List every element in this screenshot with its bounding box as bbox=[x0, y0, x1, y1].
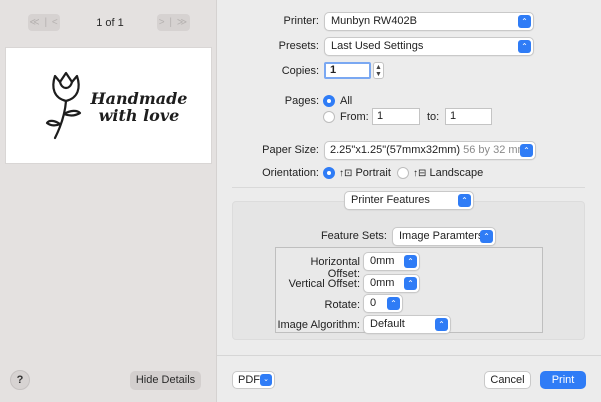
presets-label: Presets: bbox=[278, 40, 319, 52]
divider bbox=[232, 187, 585, 188]
section-select[interactable]: Printer Features ⌃ bbox=[344, 191, 474, 210]
pages-to-label: to: bbox=[427, 111, 440, 123]
image-algorithm-select[interactable]: Default ⌃ bbox=[363, 315, 451, 334]
horizontal-offset-label: Horizontal Offset: bbox=[310, 256, 360, 280]
copies-label: Copies: bbox=[281, 65, 319, 77]
pages-label: Pages: bbox=[284, 95, 319, 107]
feature-sets-label: Feature Sets: bbox=[320, 230, 387, 242]
chevron-updown-icon: ⌃ bbox=[435, 318, 448, 331]
vertical-offset-value: 0mm bbox=[370, 277, 395, 289]
preview-artwork-text: Handmade with love bbox=[89, 90, 189, 124]
feature-sets-value: Image Paramters bbox=[399, 230, 484, 242]
chevron-updown-icon: ⌃ bbox=[404, 277, 417, 290]
image-algorithm-label: Image Algorithm: bbox=[277, 319, 360, 331]
footer-divider bbox=[217, 355, 601, 356]
print-button[interactable]: Print bbox=[540, 371, 586, 389]
presets-value: Last Used Settings bbox=[331, 40, 424, 52]
cancel-button[interactable]: Cancel bbox=[484, 371, 531, 389]
image-algorithm-value: Default bbox=[370, 318, 405, 330]
pages-from-label: From: bbox=[340, 111, 369, 123]
chevron-updown-icon: ⌃ bbox=[404, 255, 417, 268]
printer-value: Munbyn RW402B bbox=[331, 15, 418, 27]
copies-field[interactable]: 1 bbox=[324, 62, 371, 79]
landscape-label: Landscape bbox=[429, 167, 484, 179]
pdf-menu-button[interactable]: PDF ⌄ bbox=[232, 371, 275, 389]
landscape-icon: ↑⊟ bbox=[413, 168, 427, 179]
pages-all-label: All bbox=[340, 95, 353, 107]
vertical-offset-select[interactable]: 0mm ⌃ bbox=[363, 274, 420, 293]
horizontal-offset-select[interactable]: 0mm ⌃ bbox=[363, 252, 420, 271]
rotate-select[interactable]: 0 ⌃ bbox=[363, 294, 403, 313]
paper-size-value: 2.25"x1.25"(57mmx32mm) bbox=[330, 144, 461, 156]
chevron-updown-icon: ⌃ bbox=[458, 194, 471, 207]
landscape-radio[interactable] bbox=[397, 167, 409, 179]
chevron-updown-icon: ⌃ bbox=[480, 230, 493, 243]
feature-sets-select[interactable]: Image Paramters ⌃ bbox=[392, 227, 496, 246]
rotate-label: Rotate: bbox=[324, 299, 360, 311]
rotate-value: 0 bbox=[370, 297, 377, 309]
copies-stepper[interactable]: ▲ ▼ bbox=[373, 62, 384, 79]
hide-details-button[interactable]: Hide Details bbox=[130, 371, 201, 390]
settings-pane: Printer: Munbyn RW402B ⌃ Presets: Last U… bbox=[217, 0, 601, 402]
tulip-icon bbox=[45, 71, 82, 140]
paper-size-select[interactable]: 2.25"x1.25"(57mmx32mm) 56 by 32 mm ⌃ bbox=[324, 141, 536, 160]
printer-label: Printer: bbox=[283, 15, 319, 27]
chevron-updown-icon: ⌃ bbox=[520, 144, 533, 157]
next-page-button[interactable]: > | ≫ bbox=[157, 14, 190, 31]
chevron-updown-icon: ⌃ bbox=[518, 40, 531, 53]
pages-all-radio[interactable] bbox=[323, 95, 335, 107]
preview-pane: ≪ | < 1 of 1 > | ≫ Handmade with love ? … bbox=[0, 0, 217, 402]
pages-from-field[interactable]: 1 bbox=[372, 108, 420, 125]
preview-text-line1: Handmade bbox=[90, 89, 188, 108]
pages-to-field[interactable]: 1 bbox=[445, 108, 492, 125]
page-navigator: ≪ | < 1 of 1 > | ≫ bbox=[0, 11, 217, 33]
chevron-updown-icon: ⌃ bbox=[518, 15, 531, 28]
previous-page-button[interactable]: ≪ | < bbox=[28, 14, 60, 31]
paper-size-label: Paper Size: bbox=[262, 144, 319, 156]
orientation-label: Orientation: bbox=[262, 167, 319, 179]
pages-range-radio[interactable] bbox=[323, 111, 335, 123]
landscape-option: ↑⊟ Landscape bbox=[413, 167, 483, 179]
help-button[interactable]: ? bbox=[10, 370, 30, 390]
pdf-label: PDF bbox=[238, 374, 260, 386]
chevron-updown-icon: ⌃ bbox=[387, 297, 400, 310]
horizontal-offset-value: 0mm bbox=[370, 255, 395, 267]
chevron-down-icon: ⌄ bbox=[260, 374, 272, 386]
section-value: Printer Features bbox=[351, 194, 430, 206]
portrait-option: ↑⊡ Portrait bbox=[339, 167, 391, 179]
vertical-offset-label: Vertical Offset: bbox=[288, 278, 360, 290]
portrait-label: Portrait bbox=[355, 167, 391, 179]
paper-size-detail: 56 by 32 mm bbox=[463, 144, 527, 156]
printer-select[interactable]: Munbyn RW402B ⌃ bbox=[324, 12, 534, 31]
page-preview: Handmade with love bbox=[5, 47, 212, 164]
preview-text-line2: with love bbox=[98, 106, 180, 125]
portrait-radio[interactable] bbox=[323, 167, 335, 179]
presets-select[interactable]: Last Used Settings ⌃ bbox=[324, 37, 534, 56]
page-indicator: 1 of 1 bbox=[96, 17, 124, 29]
portrait-icon: ↑⊡ bbox=[339, 168, 353, 179]
